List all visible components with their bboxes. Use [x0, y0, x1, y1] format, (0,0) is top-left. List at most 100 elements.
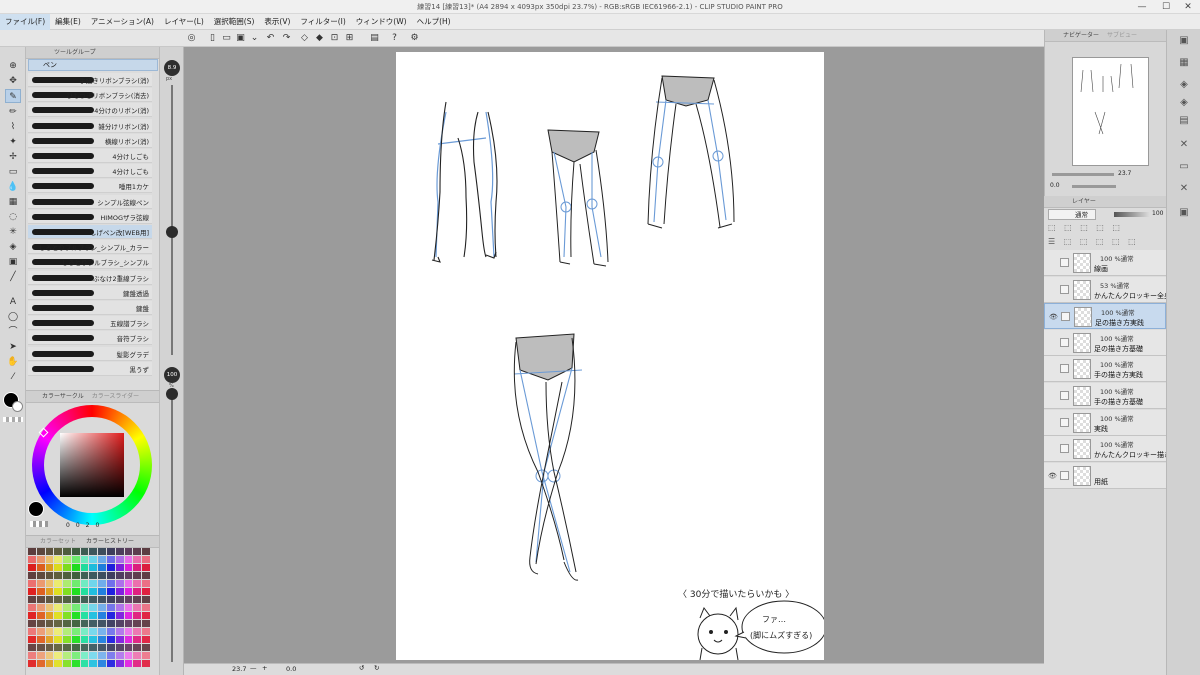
color-swatch[interactable] [45, 604, 54, 611]
layer-lock-checkbox[interactable] [1060, 444, 1069, 454]
color-swatch[interactable] [80, 580, 89, 587]
color-swatch[interactable] [36, 652, 45, 659]
color-swatch[interactable] [36, 620, 45, 627]
layer-lock-checkbox[interactable] [1060, 470, 1069, 480]
color-swatch[interactable] [28, 628, 36, 635]
color-swatch[interactable] [142, 580, 150, 587]
decoration-tool-icon[interactable]: ✢ [5, 150, 21, 164]
color-swatch[interactable] [133, 556, 142, 563]
color-swatch[interactable] [115, 588, 124, 595]
color-swatch[interactable] [54, 572, 63, 579]
zoom-in-button[interactable]: + [262, 664, 267, 672]
color-swatch[interactable] [142, 620, 150, 627]
color-swatch[interactable] [133, 596, 142, 603]
color-swatch[interactable] [107, 628, 115, 635]
navigator-thumbnail[interactable] [1072, 57, 1149, 166]
color-swatch[interactable] [115, 628, 124, 635]
color-swatch[interactable] [36, 644, 45, 651]
color-swatch[interactable] [89, 556, 98, 563]
color-swatch[interactable] [28, 564, 36, 571]
color-swatch[interactable] [80, 564, 89, 571]
color-swatch[interactable] [124, 580, 133, 587]
color-swatch[interactable] [115, 604, 124, 611]
color-swatch[interactable] [89, 660, 98, 667]
color-swatch[interactable] [89, 564, 98, 571]
panel-icon-5[interactable]: ▤ [1176, 114, 1192, 128]
color-swatch[interactable] [89, 612, 98, 619]
color-swatch[interactable] [115, 556, 124, 563]
color-swatch[interactable] [36, 596, 45, 603]
color-swatch[interactable] [45, 548, 54, 555]
brush-size-slider[interactable] [171, 85, 173, 355]
color-swatch[interactable] [98, 564, 107, 571]
color-swatch[interactable] [98, 596, 107, 603]
color-swatch[interactable] [133, 644, 142, 651]
eye-icon[interactable] [1048, 286, 1056, 294]
color-swatch[interactable] [107, 636, 115, 643]
color-swatch[interactable] [142, 612, 150, 619]
color-swatch[interactable] [63, 612, 71, 619]
color-swatch[interactable] [36, 604, 45, 611]
color-swatch[interactable] [63, 644, 71, 651]
layer-stack-icon[interactable]: ◈ [1176, 78, 1192, 92]
color-swatch[interactable] [71, 596, 80, 603]
color-swatch[interactable] [54, 636, 63, 643]
color-swatch[interactable] [36, 564, 45, 571]
panel-icon-2[interactable]: ▦ [1176, 56, 1192, 70]
color-swatch[interactable] [98, 636, 107, 643]
layer-row[interactable]: 👁 用紙 [1044, 462, 1166, 489]
color-swatch[interactable] [115, 620, 124, 627]
color-swatch[interactable] [107, 644, 115, 651]
color-swatch[interactable] [63, 556, 71, 563]
fill-icon[interactable]: ◆ [313, 32, 326, 45]
color-swatch[interactable] [142, 548, 150, 555]
color-swatch[interactable] [63, 572, 71, 579]
sub-color-swatch[interactable] [12, 401, 23, 412]
color-swatch[interactable] [133, 620, 142, 627]
brush-size-indicator[interactable]: 8.9 [164, 60, 180, 76]
balloon-tool-icon[interactable]: ◯ [5, 310, 21, 324]
color-swatch[interactable] [124, 548, 133, 555]
color-swatch[interactable] [115, 644, 124, 651]
text-tool-icon[interactable]: A [5, 295, 21, 309]
opacity-knob[interactable] [166, 388, 178, 400]
layer-row[interactable]: 100 %通常 足の描き方基礎 [1044, 329, 1166, 356]
color-swatch[interactable] [133, 588, 142, 595]
color-swatch[interactable] [71, 612, 80, 619]
layer-stack-icon-2[interactable]: ◈ [1176, 96, 1192, 110]
tab-navigator[interactable]: ナビゲーター [1063, 30, 1099, 41]
color-swatch[interactable] [98, 572, 107, 579]
rotate-left-icon[interactable]: ↺ [359, 664, 364, 672]
erase-icon[interactable]: ◇ [298, 32, 311, 45]
color-swatch[interactable] [36, 628, 45, 635]
color-swatch[interactable] [45, 628, 54, 635]
color-swatch[interactable] [133, 628, 142, 635]
tab-color-slider[interactable]: カラースライダー [92, 391, 139, 402]
color-swatch[interactable] [63, 580, 71, 587]
close-button[interactable]: ✕ [1176, 0, 1200, 14]
color-swatch[interactable] [71, 564, 80, 571]
color-swatch[interactable] [107, 580, 115, 587]
layer-lock-checkbox[interactable] [1060, 417, 1069, 427]
layer-opacity-value[interactable]: 100 [1152, 210, 1163, 217]
zoom-tool-icon[interactable]: ⊕ [5, 59, 21, 73]
color-swatch[interactable] [63, 660, 71, 667]
color-swatch[interactable] [124, 644, 133, 651]
color-swatch[interactable] [71, 652, 80, 659]
color-swatch[interactable] [36, 660, 45, 667]
color-swatch[interactable] [71, 604, 80, 611]
color-swatch[interactable] [133, 652, 142, 659]
eye-icon[interactable] [1048, 259, 1056, 267]
color-swatch[interactable] [80, 652, 89, 659]
color-swatch[interactable] [63, 548, 71, 555]
layer-lock-checkbox[interactable] [1060, 391, 1069, 400]
color-swatch[interactable] [28, 548, 36, 555]
brush-item[interactable]: 黒うず [28, 361, 152, 376]
eye-icon[interactable] [1048, 445, 1056, 453]
layer-opacity-slider[interactable] [1114, 212, 1150, 217]
brush-item[interactable]: 横線リボン(消) [28, 133, 152, 148]
color-swatch[interactable] [124, 628, 133, 635]
layer-row[interactable]: 53 %通常 かんたんクロッキー全身 [1044, 276, 1171, 303]
color-swatch[interactable] [80, 644, 89, 651]
brush-size-knob[interactable] [166, 226, 178, 238]
